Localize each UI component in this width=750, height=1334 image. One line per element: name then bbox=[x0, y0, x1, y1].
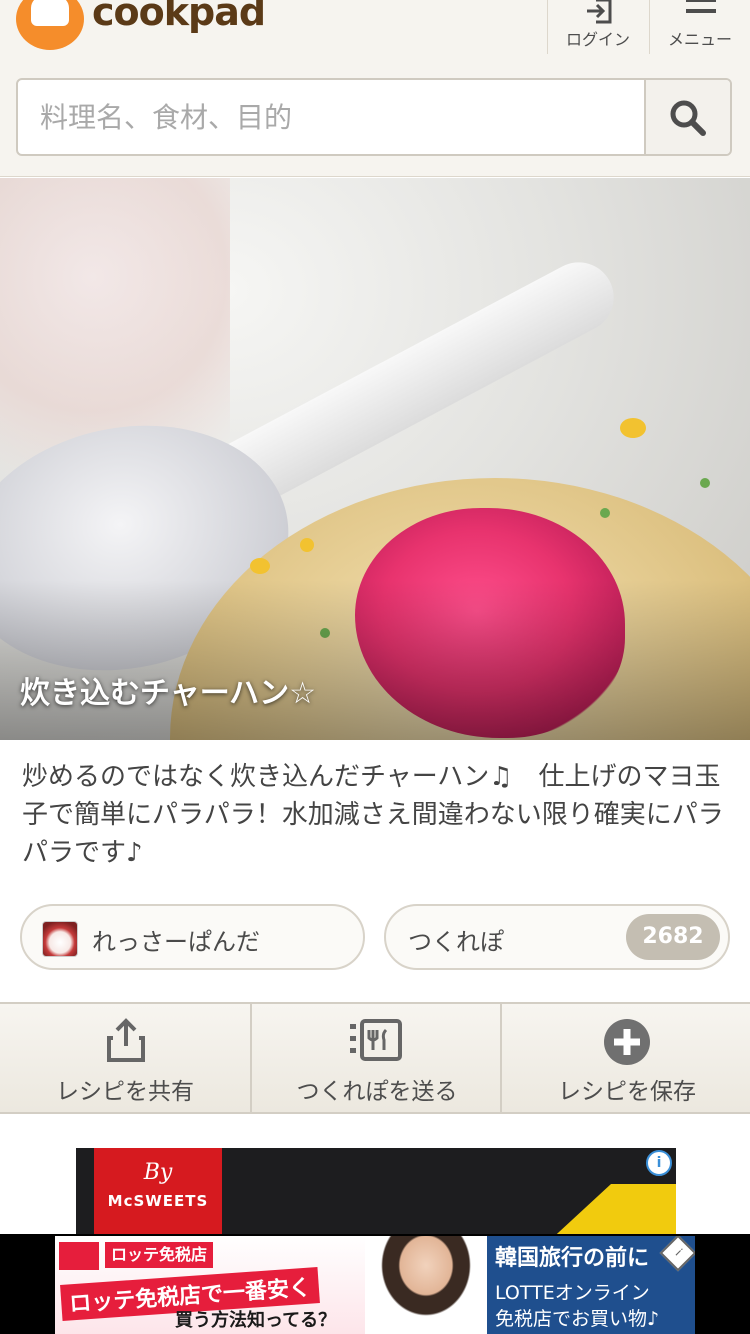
lotte-logo bbox=[59, 1242, 99, 1270]
share-recipe-button[interactable]: レシピを共有 bbox=[0, 1004, 250, 1112]
recipe-title: 炊き込むチャーハン☆ bbox=[20, 676, 316, 711]
recipe-description: 炒めるのではなく炊き込んだチャーハン♫ 仕上げのマヨ玉子で簡単にパラパラ！水加減… bbox=[22, 762, 724, 868]
ad-banner-mcsweets[interactable]: By McSWEETS i bbox=[76, 1148, 676, 1234]
ad-info-icon[interactable]: i bbox=[646, 1150, 672, 1176]
login-button[interactable]: ログイン bbox=[547, 0, 648, 54]
ad2-right-title: 韓国旅行の前に bbox=[495, 1246, 650, 1271]
cookpad-logo[interactable]: cookpad bbox=[16, 0, 316, 54]
menu-icon bbox=[686, 0, 716, 13]
tsukurepo-button[interactable]: つくれぽ 2682 bbox=[384, 904, 730, 970]
search-input[interactable] bbox=[18, 80, 692, 154]
recipe-photo[interactable]: 炊き込むチャーハン☆ bbox=[0, 178, 750, 740]
author-name: れっさーぱんだ bbox=[92, 928, 260, 956]
logo-text: cookpad bbox=[92, 0, 266, 34]
avatar bbox=[42, 921, 78, 957]
ad1-graphic bbox=[546, 1184, 676, 1234]
send-tsukurepo-label: つくれぽを送る bbox=[296, 1079, 458, 1105]
tsukurepo-label: つくれぽ bbox=[408, 928, 504, 956]
ad2-model-image bbox=[365, 1236, 487, 1334]
share-icon bbox=[107, 1018, 145, 1062]
ad2-shop-name: ロッテ免税店 bbox=[105, 1242, 214, 1268]
ad2-subline: 買う方法知ってる？ bbox=[175, 1310, 337, 1331]
author-button[interactable]: れっさーぱんだ bbox=[20, 904, 365, 970]
login-label: ログイン bbox=[565, 30, 630, 49]
ad2-right-line2: 免税店でお買い物♪ bbox=[495, 1308, 660, 1330]
mcsweets-logo: By McSWEETS bbox=[94, 1148, 222, 1234]
save-recipe-label: レシピを保存 bbox=[558, 1079, 696, 1105]
share-recipe-label: レシピを共有 bbox=[56, 1079, 194, 1105]
save-recipe-button[interactable]: レシピを保存 bbox=[500, 1004, 750, 1112]
login-icon bbox=[587, 0, 612, 24]
search-button[interactable] bbox=[644, 80, 730, 154]
app-header: cookpad ログイン メニュー bbox=[0, 0, 750, 177]
ad1-by-text: By bbox=[143, 1160, 173, 1185]
recipe-action-bar: レシピを共有 つくれぽを送る レシピを保存 bbox=[0, 1002, 750, 1114]
search-icon bbox=[670, 100, 706, 136]
add-icon bbox=[604, 1019, 650, 1065]
chef-hat-icon bbox=[16, 0, 84, 50]
ad1-brand-text: McSWEETS bbox=[107, 1192, 209, 1210]
ad-banner-lotte[interactable]: ロッテ免税店 ロッテ免税店で一番安く 買う方法知ってる？ 韓国旅行の前に LOT… bbox=[55, 1236, 695, 1334]
menu-button[interactable]: メニュー bbox=[649, 0, 750, 54]
menu-label: メニュー bbox=[667, 30, 732, 49]
ad2-right-line1: LOTTEオンライン bbox=[495, 1282, 650, 1304]
search-bar bbox=[16, 78, 732, 156]
send-tsukurepo-button[interactable]: つくれぽを送る bbox=[250, 1004, 502, 1112]
send-report-icon bbox=[350, 1019, 402, 1061]
tsukurepo-count-badge: 2682 bbox=[626, 914, 720, 960]
